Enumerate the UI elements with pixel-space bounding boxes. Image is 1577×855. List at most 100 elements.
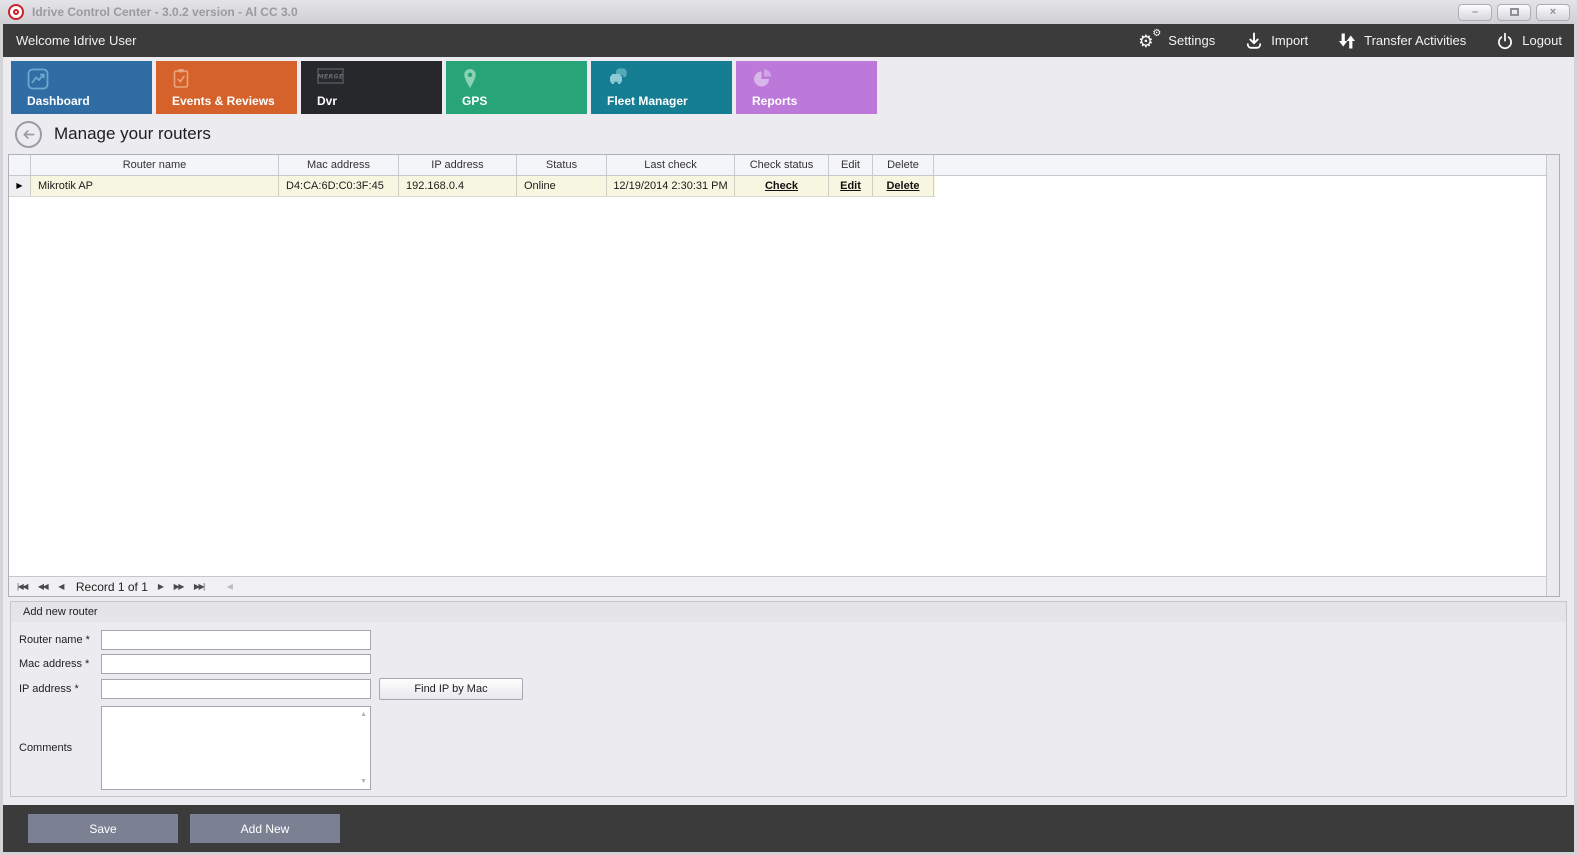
- column-header-ip-address[interactable]: IP address: [399, 155, 517, 175]
- import-icon: [1245, 32, 1263, 50]
- app-logo-inner: [13, 9, 19, 15]
- cell-router-name: Mikrotik AP: [31, 176, 279, 196]
- row-marker-icon: ▶: [16, 182, 22, 190]
- nav-tiles: Dashboard Events & Reviews MERGE Dvr GPS: [3, 57, 1574, 114]
- routers-grid-main: Router name Mac address IP address Statu…: [9, 155, 1546, 596]
- minimize-icon: –: [1472, 7, 1478, 18]
- tile-fleet-manager[interactable]: Fleet Manager: [591, 61, 732, 114]
- tile-events-reviews-label: Events & Reviews: [172, 94, 275, 108]
- close-button[interactable]: ×: [1536, 4, 1570, 21]
- groupbox-title: Add new router: [11, 602, 1566, 622]
- pager-next-button[interactable]: ▶: [158, 583, 163, 591]
- cell-ip-address: 192.168.0.4: [399, 176, 517, 196]
- find-ip-by-mac-button[interactable]: Find IP by Mac: [379, 678, 523, 700]
- router-name-label: Router name *: [19, 634, 101, 646]
- close-icon: ×: [1550, 7, 1556, 18]
- footer-bar: Save Add New: [3, 805, 1574, 852]
- hscroll-left-icon[interactable]: ◀: [227, 582, 232, 591]
- import-button[interactable]: Import: [1245, 32, 1308, 50]
- dvr-device-icon: MERGE: [317, 68, 344, 89]
- settings-button[interactable]: ⚙⚙ Settings: [1138, 31, 1215, 51]
- ip-address-row: IP address * Find IP by Mac: [19, 678, 1566, 700]
- vertical-scrollbar[interactable]: [1546, 155, 1559, 596]
- column-header-delete[interactable]: Delete: [873, 155, 934, 175]
- comments-label: Comments: [19, 742, 101, 754]
- column-header-last-check[interactable]: Last check: [607, 155, 735, 175]
- form-section: Add new router Router name * Mac address…: [3, 597, 1574, 805]
- welcome-text: Welcome Idrive User: [16, 33, 136, 48]
- check-link[interactable]: Check: [765, 180, 798, 192]
- pager-prev-page-button[interactable]: ◀◀: [38, 583, 47, 591]
- column-header-check-status[interactable]: Check status: [735, 155, 829, 175]
- top-bar-actions: ⚙⚙ Settings Import Transfer Activities: [1138, 31, 1562, 51]
- page-header: Manage your routers: [3, 114, 1574, 154]
- window-title: Idrive Control Center - 3.0.2 version - …: [32, 5, 1458, 19]
- comments-textarea[interactable]: [102, 707, 370, 789]
- grid-header-row: Router name Mac address IP address Statu…: [9, 155, 1546, 176]
- delete-link[interactable]: Delete: [886, 180, 919, 192]
- ip-address-label: IP address *: [19, 683, 101, 695]
- cell-status: Online: [517, 176, 607, 196]
- tile-reports-label: Reports: [752, 94, 797, 108]
- table-row[interactable]: ▶ Mikrotik AP D4:CA:6D:C0:3F:45 192.168.…: [9, 176, 935, 197]
- svg-text:MERGE: MERGE: [318, 74, 344, 81]
- column-header-router-name[interactable]: Router name: [31, 155, 279, 175]
- tile-gps[interactable]: GPS: [446, 61, 587, 114]
- maximize-icon: [1510, 8, 1519, 16]
- back-button[interactable]: [15, 121, 42, 148]
- column-header-edit[interactable]: Edit: [829, 155, 873, 175]
- column-header-status[interactable]: Status: [517, 155, 607, 175]
- row-indicator-cell: ▶: [9, 176, 31, 196]
- edit-link[interactable]: Edit: [840, 180, 861, 192]
- gears-icon: ⚙⚙: [1138, 31, 1160, 51]
- maximize-button[interactable]: [1497, 4, 1531, 21]
- add-router-groupbox: Add new router Router name * Mac address…: [10, 601, 1567, 797]
- cell-check-status: Check: [735, 176, 829, 196]
- column-header-filler: [934, 155, 1546, 175]
- transfer-activities-label: Transfer Activities: [1364, 33, 1466, 48]
- scroll-up-icon[interactable]: ▲: [360, 711, 367, 718]
- top-bar: Welcome Idrive User ⚙⚙ Settings Import: [3, 24, 1574, 57]
- tile-dashboard-label: Dashboard: [27, 94, 90, 108]
- scroll-down-icon[interactable]: ▼: [360, 778, 367, 785]
- logout-label: Logout: [1522, 33, 1562, 48]
- comments-row: Comments ▲ ▼: [19, 706, 1566, 790]
- minimize-button[interactable]: –: [1458, 4, 1492, 21]
- vehicles-icon: [607, 68, 633, 91]
- column-header-mac-address[interactable]: Mac address: [279, 155, 399, 175]
- power-icon: [1496, 32, 1514, 50]
- mac-address-input[interactable]: [101, 654, 371, 674]
- window-controls: – ×: [1458, 4, 1570, 21]
- add-new-button[interactable]: Add New: [190, 814, 340, 843]
- tile-events-reviews[interactable]: Events & Reviews: [156, 61, 297, 114]
- pager-first-button[interactable]: |◀◀: [17, 583, 27, 591]
- pager-next-page-button[interactable]: ▶▶: [174, 583, 183, 591]
- pie-chart-icon: [752, 68, 773, 94]
- app-window: Idrive Control Center - 3.0.2 version - …: [0, 0, 1577, 855]
- tile-fleet-manager-label: Fleet Manager: [607, 94, 688, 108]
- router-name-row: Router name *: [19, 630, 1566, 650]
- tile-dvr-label: Dvr: [317, 94, 337, 108]
- ip-address-input[interactable]: [101, 679, 371, 699]
- tile-reports[interactable]: Reports: [736, 61, 877, 114]
- transfer-arrows-icon: [1338, 32, 1356, 50]
- pager-prev-button[interactable]: ◀: [58, 583, 63, 591]
- mac-address-row: Mac address *: [19, 654, 1566, 674]
- routers-grid: Router name Mac address IP address Statu…: [8, 154, 1560, 597]
- transfer-activities-button[interactable]: Transfer Activities: [1338, 32, 1466, 50]
- router-name-input[interactable]: [101, 630, 371, 650]
- app-logo-icon: [8, 4, 24, 20]
- tile-dvr[interactable]: MERGE Dvr: [301, 61, 442, 114]
- save-button[interactable]: Save: [28, 814, 178, 843]
- line-chart-icon: [27, 68, 49, 95]
- logout-button[interactable]: Logout: [1496, 32, 1562, 50]
- tile-gps-label: GPS: [462, 94, 487, 108]
- title-bar: Idrive Control Center - 3.0.2 version - …: [0, 0, 1577, 24]
- pager-last-button[interactable]: ▶▶|: [194, 583, 204, 591]
- clipboard-check-icon: [172, 68, 190, 94]
- cell-edit: Edit: [829, 176, 873, 196]
- tile-dashboard[interactable]: Dashboard: [11, 61, 152, 114]
- mac-address-label: Mac address *: [19, 658, 101, 670]
- comments-textarea-wrap: ▲ ▼: [101, 706, 371, 790]
- cell-last-check: 12/19/2014 2:30:31 PM: [607, 176, 735, 196]
